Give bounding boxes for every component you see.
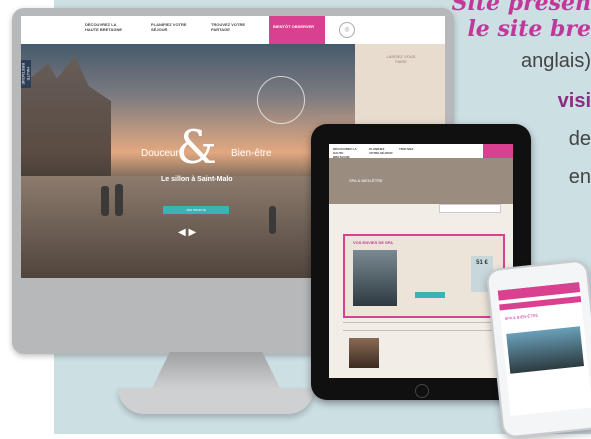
tablet-nav-item[interactable]: TROUVEZ: [399, 147, 423, 151]
phone-hero-image: [506, 326, 584, 374]
tablet-home-button-icon[interactable]: [415, 384, 429, 398]
divider: [343, 330, 501, 331]
nav-item-discover[interactable]: DÉCOUVREZ LA HAUTE BRETAGNE: [85, 22, 127, 32]
promo-box-label: LAISSEZ VOUS FAIRE: [386, 54, 416, 64]
hero-subtitle: Le sillon à Saint-Malo: [161, 176, 233, 183]
hero-cta-button[interactable]: J'EN PROFITE: [163, 206, 229, 214]
tablet-band: SPA & BIEN-ÊTRE: [329, 158, 513, 204]
site-logo-icon[interactable]: ◎: [339, 22, 355, 38]
promo-line-6: en: [568, 166, 591, 188]
hero-word-right: Bien-être: [231, 148, 272, 159]
tablet-list-image[interactable]: [349, 338, 379, 368]
hero-person: [115, 184, 123, 216]
divider: [343, 322, 501, 323]
promo-line-4: visi: [557, 90, 591, 112]
tablet-card-image: [353, 250, 397, 306]
hero-person: [269, 206, 276, 234]
tablet-nav-special[interactable]: [483, 144, 513, 158]
side-badge[interactable]: HAUTE BRETAGNE: [21, 60, 31, 88]
nav-item-special[interactable]: BIENTÔT OBSERVER: [269, 16, 325, 44]
tablet-card-head: VOS ENVIES DE SPA: [353, 240, 393, 245]
tablet-card-button[interactable]: [415, 292, 445, 298]
hero-arrows-icon[interactable]: ◀ ▶: [178, 227, 196, 238]
promo-line-5: de: [568, 128, 591, 150]
phone-screen: SPA & BIEN-ÊTRE: [497, 282, 591, 416]
promo-line-2: le site bre: [467, 16, 591, 42]
monitor-stand-base: [118, 388, 314, 414]
tablet-search-input[interactable]: [439, 204, 501, 213]
tablet-nav-item[interactable]: PLANIFIEZ VOTRE SÉJOUR: [369, 147, 393, 155]
tablet-band-title: SPA & BIEN-ÊTRE: [349, 178, 383, 183]
hero-person: [101, 186, 109, 216]
hero-ampersand: &: [176, 120, 217, 174]
promo-line-1: Site présen: [451, 0, 591, 16]
hero-word-left: Douceur: [141, 148, 179, 159]
tablet-screen: DÉCOUVREZ LA HAUTE BRETAGNE PLANIFIEZ VO…: [329, 144, 513, 378]
promo-line-3: anglais): [520, 50, 591, 72]
phone-device: SPA & BIEN-ÊTRE: [485, 259, 591, 439]
phone-title: SPA & BIEN-ÊTRE: [504, 312, 539, 322]
desktop-nav: DÉCOUVREZ LA HAUTE BRETAGNE PLANIFIEZ VO…: [21, 16, 445, 44]
tablet-nav: DÉCOUVREZ LA HAUTE BRETAGNE PLANIFIEZ VO…: [329, 144, 513, 159]
nav-item-plan[interactable]: PLANIFIEZ VOTRE SÉJOUR: [151, 22, 193, 32]
tablet-spa-card[interactable]: VOS ENVIES DE SPA 51 €: [343, 234, 505, 318]
monitor-stand-neck: [150, 352, 282, 392]
nav-item-find[interactable]: TROUVEZ VOTRE PARTAGE: [211, 22, 253, 32]
hero-circle-icon[interactable]: [257, 76, 305, 124]
